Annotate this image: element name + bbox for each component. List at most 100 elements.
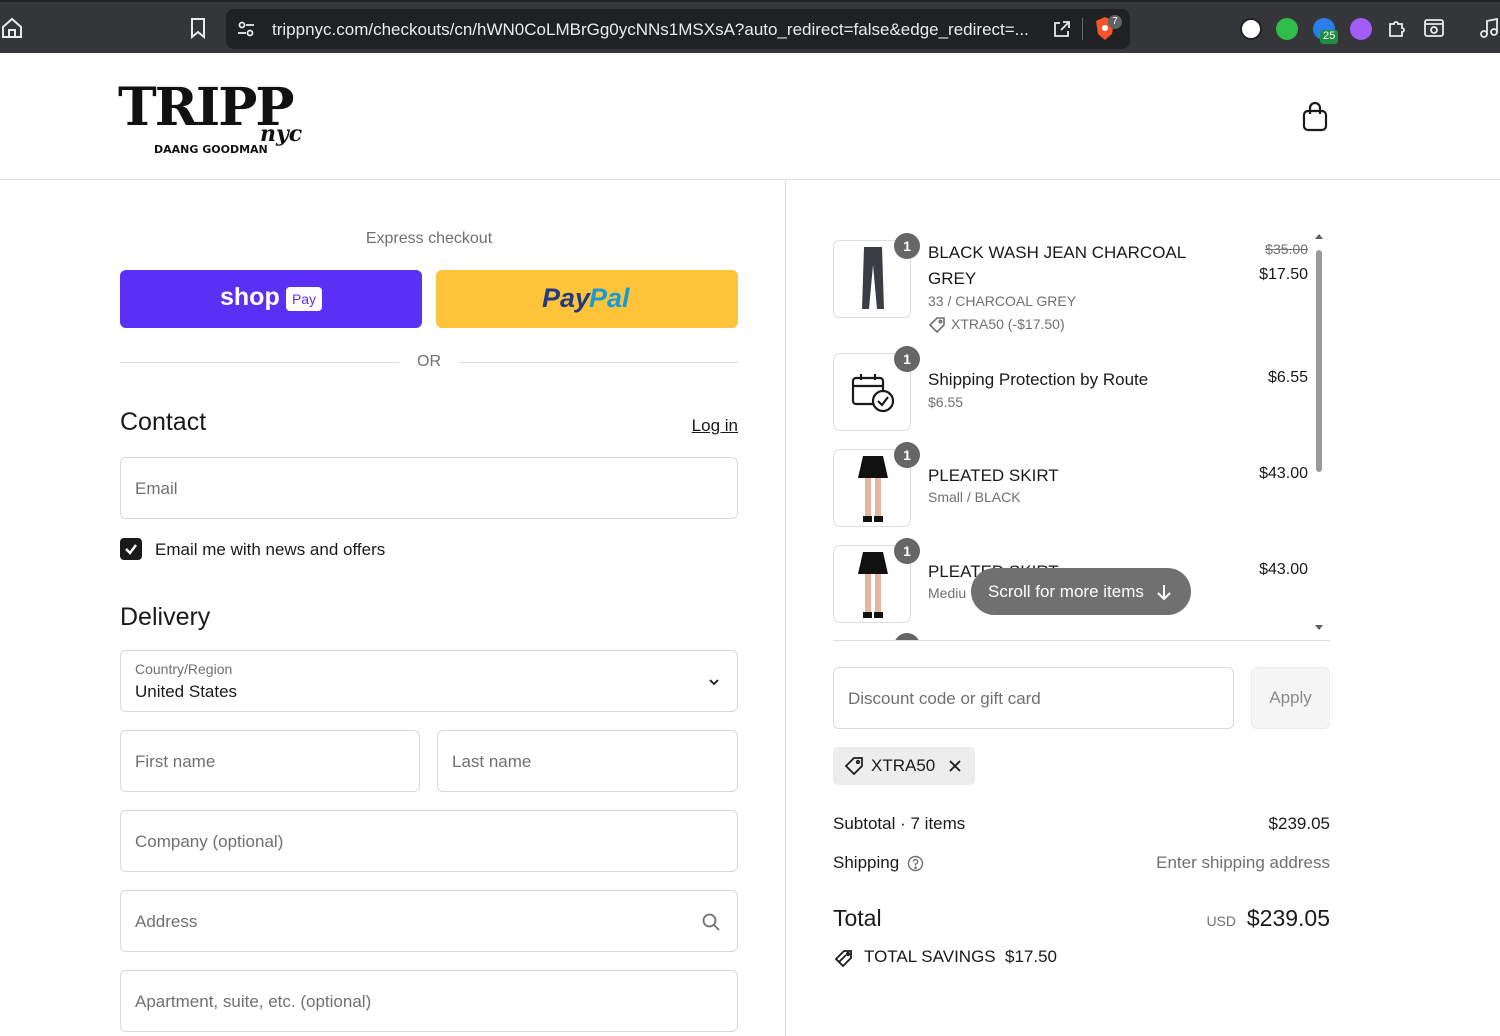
country-select[interactable]: Country/Region United States [120, 650, 738, 712]
store-header: TRIPP nyc DAANG GOODMAN [0, 53, 1500, 180]
item-variant: Small / BLACK [928, 489, 1021, 505]
scroll-for-more-button[interactable]: Scroll for more items [971, 568, 1191, 615]
wallet-extension-icon[interactable] [1240, 18, 1262, 40]
scroll-up-arrow-icon[interactable] [1314, 232, 1324, 240]
arrow-down-icon [1157, 585, 1171, 601]
applied-code: XTRA50 [871, 756, 936, 775]
company-placeholder: Company (optional) [135, 832, 284, 851]
country-label: Country/Region [135, 661, 233, 677]
shop-pay-badge: Pay [286, 287, 322, 311]
contact-heading: Contact [120, 408, 207, 436]
email-field[interactable]: Email [120, 457, 738, 519]
last-name-placeholder: Last name [452, 752, 532, 771]
item-discount: XTRA50 (-$17.50) [951, 316, 1065, 332]
extensions-puzzle-icon[interactable] [1386, 16, 1410, 40]
skirt-image [858, 456, 888, 522]
browser-toolbar: trippnyc.com/checkouts/cn/hWN0CoLMBrGg0y… [0, 0, 1500, 53]
paypal-pal-text: Pal [589, 283, 630, 313]
apartment-placeholder: Apartment, suite, etc. (optional) [135, 992, 372, 1011]
total-currency: USD [1206, 913, 1236, 929]
address-bar[interactable]: trippnyc.com/checkouts/cn/hWN0CoLMBrGg0y… [226, 9, 1130, 49]
order-summary: 1 BLACK WASH JEAN CHARCOAL GREY 33 / CHA… [833, 180, 1330, 1036]
scroll-down-arrow-icon[interactable] [1314, 624, 1324, 632]
item-variant: $6.55 [928, 394, 964, 410]
applied-discount-chip: XTRA50 [833, 747, 975, 785]
address-placeholder: Address [135, 912, 198, 931]
savings-tag-icon [834, 950, 852, 968]
item-name: PLEATED SKIRT [928, 466, 1059, 485]
newsletter-label[interactable]: Email me with news and offers [155, 540, 385, 560]
newsletter-checkbox[interactable] [120, 538, 142, 560]
shipping-value: Enter shipping address [1156, 853, 1330, 872]
country-value: United States [135, 682, 238, 701]
subtotal-label: Subtotal · 7 items [833, 814, 966, 833]
urlbar-separator [1082, 18, 1083, 40]
item-price: $6.55 [1267, 369, 1308, 386]
checkmark-icon [125, 544, 137, 555]
first-name-field[interactable]: First name [120, 730, 420, 792]
shipping-protection-icon [851, 374, 895, 413]
quantity-badge: 1 [894, 442, 920, 468]
scrollbar-thumb[interactable] [1316, 250, 1322, 472]
url-text[interactable]: trippnyc.com/checkouts/cn/hWN0CoLMBrGg0y… [272, 20, 1042, 40]
line-item: 1 Shipping Protection by Route $6.55 $6.… [833, 346, 1313, 431]
quantity-badge: 1 [894, 346, 920, 372]
company-field[interactable]: Company (optional) [120, 810, 738, 872]
last-name-field[interactable]: Last name [437, 730, 738, 792]
purple-extension-icon[interactable] [1350, 18, 1372, 40]
remove-discount-icon[interactable] [948, 759, 962, 773]
column-divider [785, 180, 786, 1036]
discount-tag-icon [928, 317, 945, 334]
item-variant: Mediu [928, 585, 967, 601]
savings-label: TOTAL SAVINGS [864, 947, 996, 966]
express-checkout-label: Express checkout [365, 230, 493, 247]
total-label: Total [833, 905, 882, 931]
s-extension-icon[interactable] [1276, 18, 1298, 40]
shipping-label: Shipping [833, 853, 900, 872]
item-name: BLACK WASH JEAN CHARCOAL GREY [928, 243, 1186, 288]
items-divider [833, 640, 1330, 641]
product-thumbnail: 1 [833, 442, 920, 527]
extension-badge: 25 [1320, 30, 1339, 44]
discount-tag-icon [844, 757, 863, 776]
logo-tag-text: DAANG GOODMAN [154, 143, 268, 156]
quantity-badge: 1 [894, 538, 920, 564]
paypal-button[interactable]: Pay Pal [436, 270, 738, 328]
site-settings-icon[interactable] [236, 19, 256, 39]
product-thumbnail: 1 [833, 538, 920, 623]
first-name-placeholder: First name [135, 752, 216, 771]
subtotal-value: $239.05 [1268, 814, 1330, 833]
product-thumbnail: 1 [833, 233, 920, 318]
bookmark-icon[interactable] [186, 16, 210, 40]
paypal-pay-text: Pay [542, 283, 591, 313]
item-name: Shipping Protection by Route [928, 370, 1149, 389]
items-scrollbar[interactable] [1313, 232, 1325, 640]
or-divider: OR [120, 352, 738, 372]
item-price: $43.00 [1259, 465, 1308, 482]
tripp-nyc-logo[interactable]: TRIPP nyc DAANG GOODMAN [118, 77, 314, 157]
shopping-bag-icon[interactable] [1300, 101, 1330, 133]
product-thumbnail: 1 [833, 346, 920, 431]
address-field[interactable]: Address [120, 890, 738, 952]
email-placeholder: Email [135, 479, 178, 498]
discount-code-input[interactable]: Discount code or gift card [833, 667, 1234, 729]
apply-discount-button[interactable]: Apply [1251, 667, 1330, 729]
login-link[interactable]: Log in [692, 416, 738, 436]
shop-pay-wordmark: shop [220, 283, 280, 311]
help-circle-icon[interactable] [907, 855, 924, 872]
total-value: $239.05 [1246, 905, 1330, 931]
share-icon[interactable] [1052, 19, 1072, 39]
delivery-heading: Delivery [120, 603, 211, 631]
quantity-badge: 1 [894, 233, 920, 259]
shop-pay-button[interactable]: shop Pay [120, 270, 422, 328]
reader-mode-icon[interactable] [1422, 16, 1446, 40]
media-icon[interactable] [1478, 16, 1500, 40]
brave-shields-count: 7 [1108, 15, 1122, 29]
line-item: 1 BLACK WASH JEAN CHARCOAL GREY 33 / CHA… [833, 233, 1313, 334]
item-variant: 33 / CHARCOAL GREY [928, 293, 1077, 309]
apartment-field[interactable]: Apartment, suite, etc. (optional) [120, 970, 738, 1032]
line-item: 1 PLEATED SKIRT Small / BLACK $43.00 [833, 442, 1313, 527]
quantity-badge: 1 [894, 633, 920, 640]
scroll-hint-label: Scroll for more items [988, 582, 1144, 601]
home-icon[interactable] [0, 16, 24, 40]
